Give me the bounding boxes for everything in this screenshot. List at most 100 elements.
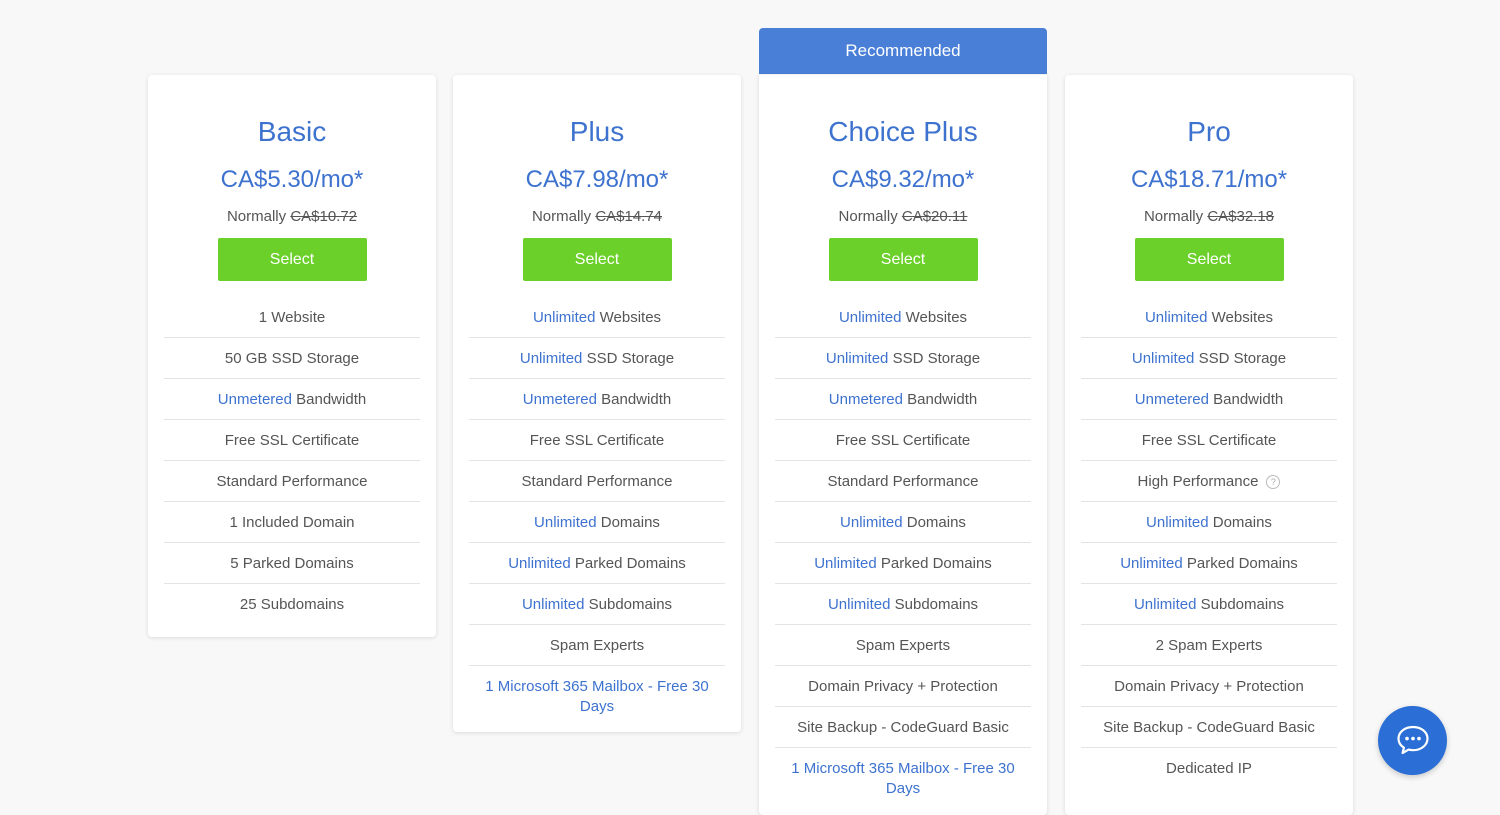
feature-item: Unlimited Domains [469,502,725,543]
feature-highlight: Unlimited [1133,596,1197,613]
feature-item: Unmetered Bandwidth [1081,379,1337,420]
normal-price: Normally CA$32.18 [1143,208,1275,225]
feature-item: Unlimited Subdomains [469,584,725,625]
feature-text: Websites [595,309,662,326]
plan-card-choice-plus: Choice Plus CA$9.32/mo* Normally CA$20.1… [759,75,1047,815]
feature-item: Free SSL Certificate [775,420,1031,461]
feature-text: Bandwidth [1208,391,1284,408]
feature-highlight: Unlimited [508,555,571,572]
feature-text: Domains [596,514,660,531]
feature-text: Subdomains [890,596,979,613]
feature-item: Unmetered Bandwidth [775,379,1031,420]
feature-text: SSD Storage [888,350,981,367]
feature-item: High Performance? [1081,461,1337,502]
feature-item: Unlimited Parked Domains [775,543,1031,584]
plan-name: Pro [1187,116,1231,147]
feature-highlight: Unlimited [827,596,891,613]
select-pro-button[interactable]: Select [1134,238,1284,281]
feature-link[interactable]: 1 Microsoft 365 Mailbox - Free 30 Days [485,678,708,715]
plan-name: Choice Plus [828,116,978,147]
feature-item: Unlimited Subdomains [775,584,1031,625]
feature-item: Spam Experts [469,625,725,666]
feature-highlight: Unlimited [825,350,889,367]
recommended-banner: Recommended [759,28,1047,74]
feature-text: Spam Experts [549,637,645,654]
old-price: CA$10.72 [290,208,358,225]
plan-name: Plus [569,116,625,147]
select-basic-button[interactable]: Select [217,238,367,281]
feature-item: 1 Included Domain [164,502,420,543]
normal-price: Normally CA$14.74 [531,208,663,225]
feature-highlight: Unlimited [1144,309,1208,326]
feature-item: Unlimited Parked Domains [469,543,725,584]
old-price: CA$20.11 [901,208,968,225]
feature-text: 5 Parked Domains [230,555,354,572]
feature-text: SSD Storage [1194,350,1287,367]
feature-text: Bandwidth [596,391,672,408]
feature-text: Domain Privacy + Protection [808,678,998,695]
feature-text: Free SSL Certificate [835,432,971,449]
select-plus-button[interactable]: Select [522,238,672,281]
feature-item: Unlimited Websites [775,297,1031,338]
feature-item: 1 Website [164,297,420,338]
feature-item: Site Backup - CodeGuard Basic [775,707,1031,748]
feature-item: Unlimited Domains [775,502,1031,543]
feature-item: Unlimited Websites [469,297,725,338]
feature-highlight: Unlimited [521,596,585,613]
feature-list: Unlimited Websites Unlimited SSD Storage U… [1081,297,1337,789]
feature-list: 1 Website 50 GB SSD Storage Unmetered Band… [164,297,420,637]
feature-item: 25 Subdomains [164,584,420,625]
normal-price: Normally CA$20.11 [838,208,968,225]
feature-highlight: Unlimited [519,350,583,367]
feature-item: Free SSL Certificate [469,420,725,461]
feature-text: Free SSL Certificate [529,432,665,449]
feature-list: Unlimited Websites Unlimited SSD Storage U… [469,297,725,732]
feature-text: SSD Storage [582,350,675,367]
feature-text: Site Backup - CodeGuard Basic [797,719,1009,736]
feature-item: Unlimited Websites [1081,297,1337,338]
feature-highlight: Unlimited [1146,514,1209,531]
feature-item: Standard Performance [164,461,420,502]
feature-highlight: Unlimited [1120,555,1183,572]
feature-item: Unlimited SSD Storage [775,338,1031,379]
feature-text: Standard Performance [521,473,673,490]
feature-item: 2 Spam Experts [1081,625,1337,666]
feature-item: Standard Performance [469,461,725,502]
normal-price: Normally CA$10.72 [226,208,358,225]
feature-item: Site Backup - CodeGuard Basic [1081,707,1337,748]
feature-text: Spam Experts [855,637,951,654]
feature-text: Dedicated IP [1166,760,1252,777]
feature-text: 1 Website [258,309,326,326]
feature-highlight: Unlimited [534,514,597,531]
feature-text: Domains [1208,514,1272,531]
feature-item: Unlimited Domains [1081,502,1337,543]
plan-price: CA$9.32/mo* [831,166,975,193]
feature-text: Free SSL Certificate [224,432,360,449]
feature-text: Websites [1207,309,1274,326]
feature-item: Free SSL Certificate [1081,420,1337,461]
feature-item[interactable]: 1 Microsoft 365 Mailbox - Free 30 Days [775,748,1031,808]
feature-item: Spam Experts [775,625,1031,666]
plan-card-plus: Plus CA$7.98/mo* Normally CA$14.74 Selec… [453,75,741,732]
feature-highlight: Unlimited [814,555,877,572]
feature-highlight: Unmetered [522,391,597,408]
feature-link[interactable]: 1 Microsoft 365 Mailbox - Free 30 Days [791,760,1014,797]
question-circle-icon[interactable]: ? [1266,475,1281,490]
plan-card-basic: Basic CA$5.30/mo* Normally CA$10.72 Sele… [148,75,436,637]
feature-text: Free SSL Certificate [1141,432,1277,449]
feature-item: Unmetered Bandwidth [164,379,420,420]
plan-price: CA$7.98/mo* [525,166,669,193]
feature-item: Free SSL Certificate [164,420,420,461]
feature-item: Unlimited SSD Storage [1081,338,1337,379]
feature-item[interactable]: 1 Microsoft 365 Mailbox - Free 30 Days [469,666,725,726]
chat-button[interactable] [1378,706,1447,775]
feature-text: 50 GB SSD Storage [224,350,360,367]
select-choice-plus-button[interactable]: Select [828,238,978,281]
feature-text: High Performance [1137,473,1259,490]
feature-highlight: Unlimited [1131,350,1195,367]
feature-text: Subdomains [1196,596,1285,613]
old-price: CA$14.74 [595,208,663,225]
feature-highlight: Unlimited [532,309,596,326]
feature-item: Standard Performance [775,461,1031,502]
feature-text: 25 Subdomains [239,596,345,613]
